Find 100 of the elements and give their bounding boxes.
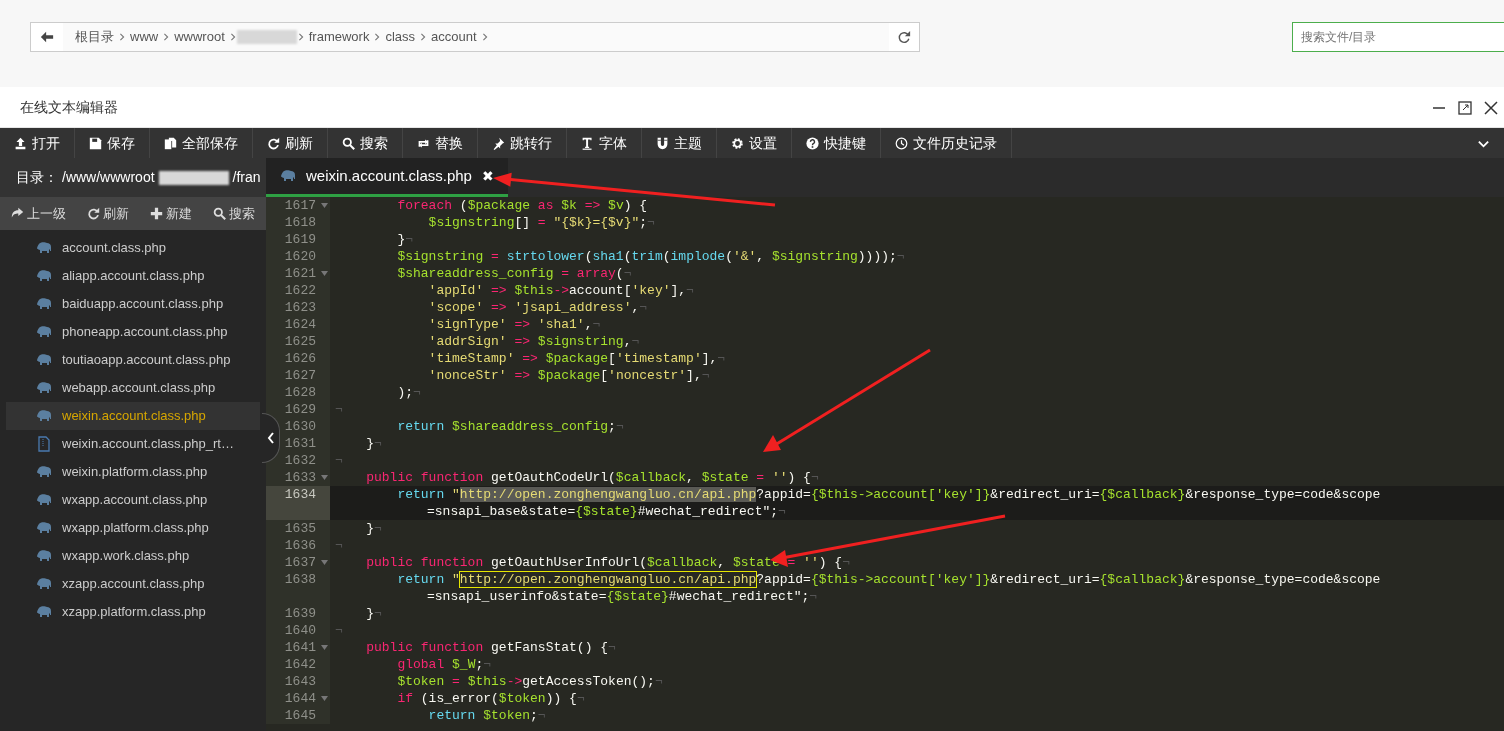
line-number: 1627	[266, 367, 330, 384]
elephant-icon	[36, 352, 52, 368]
line-number: 1635	[266, 520, 330, 537]
line-number: 1640	[266, 622, 330, 639]
line-number: 1618	[266, 214, 330, 231]
code-line: return $token;¬	[427, 707, 547, 724]
search-field[interactable]: 搜索文件/目录	[1292, 22, 1504, 52]
refresh-icon	[267, 136, 280, 150]
document-icon	[36, 436, 52, 452]
fold-arrow-icon[interactable]	[321, 271, 328, 276]
code-line: 'nonceStr' => $package['noncestr'],¬	[427, 367, 711, 384]
code-line: public function getFansStat() {¬	[365, 639, 617, 656]
elephant-icon	[36, 408, 52, 424]
line-number: 1626	[266, 350, 330, 367]
redacted-block	[158, 170, 229, 185]
breadcrumb-link[interactable]: www	[126, 27, 163, 47]
code-line: );¬	[396, 384, 422, 401]
window-title: 在线文本编辑器	[20, 97, 118, 117]
line-number: 1621	[266, 265, 330, 282]
chevron-right-icon	[373, 32, 382, 42]
refresh-icon	[87, 207, 100, 220]
sidebar-action-button[interactable]: 刷新	[82, 203, 134, 224]
line-number: 1639	[266, 605, 330, 622]
code-line: ¬	[334, 452, 344, 469]
directory-path: /fran	[232, 168, 261, 187]
fold-arrow-icon[interactable]	[321, 696, 328, 701]
code-line: $token = $this->getAccessToken();¬	[396, 673, 664, 690]
upload-icon	[14, 136, 27, 150]
fold-arrow-icon[interactable]	[321, 560, 328, 565]
code-line: }¬	[365, 520, 383, 537]
back-button[interactable]	[31, 23, 63, 51]
file-item[interactable]: webapp.account.class.php	[6, 374, 260, 402]
code-line: global $_W;¬	[396, 656, 493, 673]
line-number: 1638	[266, 571, 330, 588]
file-item[interactable]: wxapp.work.class.php	[6, 542, 260, 570]
file-item[interactable]: baiduapp.account.class.php	[6, 290, 260, 318]
code-line: $signstring[] = "{$k}={$v}";¬	[427, 214, 656, 231]
elephant-icon	[280, 168, 296, 184]
file-item[interactable]: wxapp.platform.class.php	[6, 514, 260, 542]
file-tab[interactable]: weixin.account.class.php ✖	[266, 158, 508, 197]
maximize-icon	[1458, 100, 1472, 115]
line-number: 1632	[266, 452, 330, 469]
copy-icon	[164, 136, 177, 150]
breadcrumb-link[interactable]: 根目录	[71, 27, 118, 47]
file-item[interactable]: phoneapp.account.class.php	[6, 318, 260, 346]
file-item[interactable]: xzapp.platform.class.php	[6, 598, 260, 626]
chevron-right-icon	[480, 32, 489, 42]
code-line: ¬	[334, 401, 344, 418]
elephant-icon	[36, 296, 52, 312]
search-icon	[342, 136, 355, 150]
code-line: =snsapi_userinfo&state={$state}#wechat_redirect";¬	[426, 588, 819, 605]
redacted-block	[236, 30, 297, 44]
sidebar-action-button[interactable]: 搜索	[208, 203, 260, 224]
line-number: 1629	[266, 401, 330, 418]
code-line: 'timeStamp' => $package['timestamp'],¬	[427, 350, 727, 367]
file-item[interactable]: weixin.account.class.php	[6, 402, 260, 430]
file-item[interactable]: wxapp.account.class.php	[6, 486, 260, 514]
arrow-left-icon	[40, 30, 54, 44]
directory-label: 目录：	[16, 168, 58, 187]
line-number: 1636	[266, 537, 330, 554]
code-line: }¬	[365, 435, 383, 452]
elephant-icon	[36, 380, 52, 396]
close-icon	[1484, 100, 1498, 115]
elephant-icon	[36, 604, 52, 620]
chevron-right-icon	[419, 32, 428, 42]
elephant-icon	[36, 520, 52, 536]
file-item[interactable]: account.class.php	[6, 234, 260, 262]
sidebar-action-button[interactable]: 上一级	[6, 203, 71, 224]
code-line: public function getOauthCodeUrl($callback, $state = '') {¬	[365, 469, 820, 486]
breadcrumb-link[interactable]: framework	[304, 27, 374, 47]
line-number: 1624	[266, 316, 330, 333]
sidebar-action-button[interactable]: 新建	[145, 203, 197, 224]
fold-arrow-icon[interactable]	[321, 645, 328, 650]
file-item[interactable]: toutiaoapp.account.class.php	[6, 346, 260, 374]
line-number: 1637	[266, 554, 330, 571]
elephant-icon	[36, 464, 52, 480]
chevron-right-icon	[118, 32, 126, 42]
breadcrumb-link[interactable]: wwwroot	[170, 27, 229, 47]
refresh-button[interactable]	[889, 23, 919, 51]
code-line: }¬	[396, 231, 415, 248]
line-number: 1623	[266, 299, 330, 316]
refresh-icon	[897, 30, 911, 44]
fold-arrow-icon[interactable]	[321, 203, 328, 208]
elephant-icon	[36, 268, 52, 284]
code-line: ¬	[334, 537, 344, 554]
file-item[interactable]: aliapp.account.class.php	[6, 262, 260, 290]
elephant-icon	[36, 324, 52, 340]
tab-close-button[interactable]: ✖	[481, 165, 494, 187]
line-number: 1643	[266, 673, 330, 690]
pushpin-icon	[492, 136, 505, 150]
fold-arrow-icon[interactable]	[321, 475, 328, 480]
file-item[interactable]: weixin.account.class.php_rt…	[6, 430, 260, 458]
file-item[interactable]: weixin.platform.class.php	[6, 458, 260, 486]
line-number: 1642	[266, 656, 330, 673]
code-line: 'scope' => 'jsapi_address',¬	[427, 299, 649, 316]
breadcrumb-link[interactable]: class	[381, 27, 420, 47]
file-item[interactable]: xzapp.account.class.php	[6, 570, 260, 598]
code-line: return $shareaddress_config;¬	[396, 418, 625, 435]
elephant-icon	[36, 492, 52, 508]
breadcrumb-link[interactable]: account	[427, 27, 481, 47]
